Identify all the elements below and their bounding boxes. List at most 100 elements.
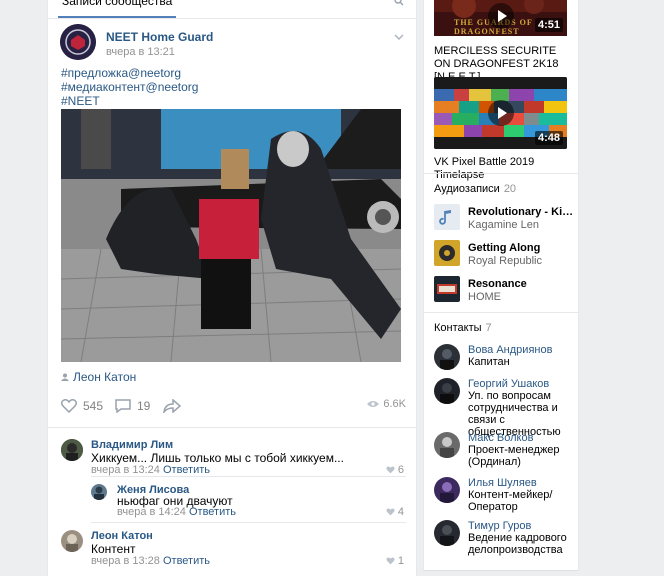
post-time[interactable]: вчера в 13:21: [106, 46, 175, 58]
video-duration: 4:51: [534, 18, 563, 32]
contacts-section-header[interactable]: Контакты 7: [434, 322, 492, 334]
hashtag-link[interactable]: #NEET: [61, 94, 198, 108]
track-artist[interactable]: HOME: [468, 291, 501, 303]
user-icon: [61, 373, 69, 381]
comment-date[interactable]: вчера в 13:24: [91, 464, 160, 476]
reply-link[interactable]: Ответить: [163, 464, 210, 476]
comment-item: Леон Катон Контент вчера в 13:28 Ответит…: [61, 530, 406, 567]
video-title[interactable]: VK Pixel Battle 2019 Timelapse: [434, 156, 574, 182]
wall-card: Записи сообщества NEET Home Guard вчера …: [48, 0, 416, 576]
contact-item: Вова Андриянов Капитан: [434, 344, 578, 374]
heart-icon: [386, 508, 395, 516]
comment-like-button[interactable]: 6: [386, 464, 404, 476]
commenter-avatar[interactable]: [61, 530, 83, 552]
post-header: NEET Home Guard вчера в 13:21: [60, 24, 410, 60]
music-note-icon[interactable]: [434, 204, 460, 230]
wall-tabs: Записи сообщества: [48, 0, 416, 19]
audio-section-label: Аудиозаписи: [434, 183, 500, 195]
like-button[interactable]: 545: [61, 396, 103, 416]
chevron-down-icon[interactable]: [394, 34, 404, 40]
reply-link[interactable]: Ответить: [189, 506, 236, 518]
tab-community-posts[interactable]: Записи сообщества: [58, 0, 177, 18]
comment-item: Владимир Лим Хиккуем... Лишь только мы с…: [61, 439, 406, 479]
like-count: 545: [83, 399, 104, 413]
audio-track[interactable]: Revolutionary - King Epid... Kagamine Le…: [434, 204, 574, 232]
contact-name[interactable]: Тимур Гуров: [468, 520, 531, 532]
commenter-name[interactable]: Леон Катон: [91, 530, 153, 542]
contact-role: Капитан: [468, 356, 510, 368]
hashtag-link[interactable]: #медиаконтент@neetorg: [61, 80, 198, 94]
video-thumbnail[interactable]: 4:48: [434, 77, 567, 149]
contact-avatar[interactable]: [434, 520, 460, 546]
comment-separator: [91, 476, 406, 477]
audio-section-header[interactable]: Аудиозаписи 20: [434, 183, 516, 195]
play-icon: [487, 100, 514, 126]
contact-avatar[interactable]: [434, 344, 460, 370]
search-icon[interactable]: [394, 0, 404, 6]
comment-icon: [115, 399, 131, 413]
comment-date[interactable]: вчера в 14:24: [117, 506, 186, 518]
contacts-section-label: Контакты: [434, 322, 482, 334]
post-signature[interactable]: Леон Катон: [61, 370, 136, 384]
contacts-count: 7: [485, 322, 492, 334]
heart-icon: [61, 399, 77, 413]
contact-item: Макс Волков Проект-менеджер (Ординал): [434, 432, 578, 468]
contact-name[interactable]: Георгий Ушаков: [468, 378, 549, 390]
video-duration: 4:48: [534, 131, 563, 145]
contact-item: Илья Шуляев Контент-мейкер/ Оператор: [434, 477, 578, 513]
comment-meta: вчера в 14:24 Ответить: [117, 506, 236, 518]
hashtag-link[interactable]: #предложка@neetorg: [61, 66, 198, 80]
contact-avatar[interactable]: [434, 477, 460, 503]
contact-name[interactable]: Илья Шуляев: [468, 477, 537, 489]
play-icon: [487, 3, 514, 29]
track-artist[interactable]: Kagamine Len: [468, 219, 539, 231]
comment-like-count: 4: [397, 506, 404, 518]
comment-meta: вчера в 13:28 Ответить: [91, 555, 210, 567]
contact-avatar[interactable]: [434, 432, 460, 458]
contact-name[interactable]: Вова Андриянов: [468, 344, 552, 356]
comment-like-button[interactable]: 1: [386, 555, 404, 567]
comment-like-button[interactable]: 4: [386, 506, 404, 518]
sidebar-card: THE GUARDS OF DRAGONFEST 4:51 MERCILESS …: [424, 0, 578, 570]
track-title: Getting Along: [468, 242, 541, 254]
reply-link[interactable]: Ответить: [163, 555, 210, 567]
contact-item: Тимур Гуров Ведение кадрового делопроизв…: [434, 520, 578, 556]
community-avatar[interactable]: [60, 24, 96, 60]
section-divider: [424, 173, 578, 174]
post-actions: 545 19 6.6K: [61, 396, 406, 418]
eye-icon: [367, 401, 380, 407]
share-button[interactable]: [163, 396, 187, 416]
post-tags: #предложка@neetorg #медиаконтент@neetorg…: [61, 66, 198, 108]
commenter-avatar[interactable]: [61, 439, 83, 461]
post-photo[interactable]: [61, 109, 401, 362]
contact-role: Проект-менеджер (Ординал): [468, 444, 560, 468]
contact-role: Контент-мейкер/ Оператор: [468, 489, 553, 513]
track-title: Resonance: [468, 278, 527, 290]
commenter-avatar[interactable]: [91, 484, 107, 500]
post-author[interactable]: NEET Home Guard: [106, 30, 213, 44]
contact-role: Уп. по вопросам сотрудничества и связи с…: [468, 390, 561, 438]
comment-button[interactable]: 19: [115, 396, 150, 416]
audio-track[interactable]: Getting Along Royal Republic: [434, 240, 574, 268]
comments-divider: [48, 427, 416, 428]
track-cover[interactable]: [434, 240, 460, 266]
section-divider: [424, 312, 578, 313]
track-title: Revolutionary - King Epid...: [468, 206, 574, 218]
audio-count: 20: [503, 183, 517, 195]
comment-like-count: 1: [397, 555, 404, 567]
track-artist[interactable]: Royal Republic: [468, 255, 542, 267]
contact-name[interactable]: Макс Волков: [468, 432, 533, 444]
views-count: 6.6K: [383, 398, 406, 410]
heart-icon: [386, 466, 395, 474]
track-cover[interactable]: [434, 276, 460, 302]
comment-separator: [91, 522, 406, 523]
commenter-name[interactable]: Владимир Лим: [91, 439, 173, 451]
contact-avatar[interactable]: [434, 378, 460, 404]
signature-name: Леон Катон: [73, 370, 137, 384]
audio-track[interactable]: Resonance HOME: [434, 276, 574, 304]
comment-date[interactable]: вчера в 13:28: [91, 555, 160, 567]
comment-meta: вчера в 13:24 Ответить: [91, 464, 210, 476]
heart-icon: [386, 557, 395, 565]
comment-text: Контент: [91, 542, 136, 556]
contact-role: Ведение кадрового делопроизводства: [468, 532, 567, 556]
